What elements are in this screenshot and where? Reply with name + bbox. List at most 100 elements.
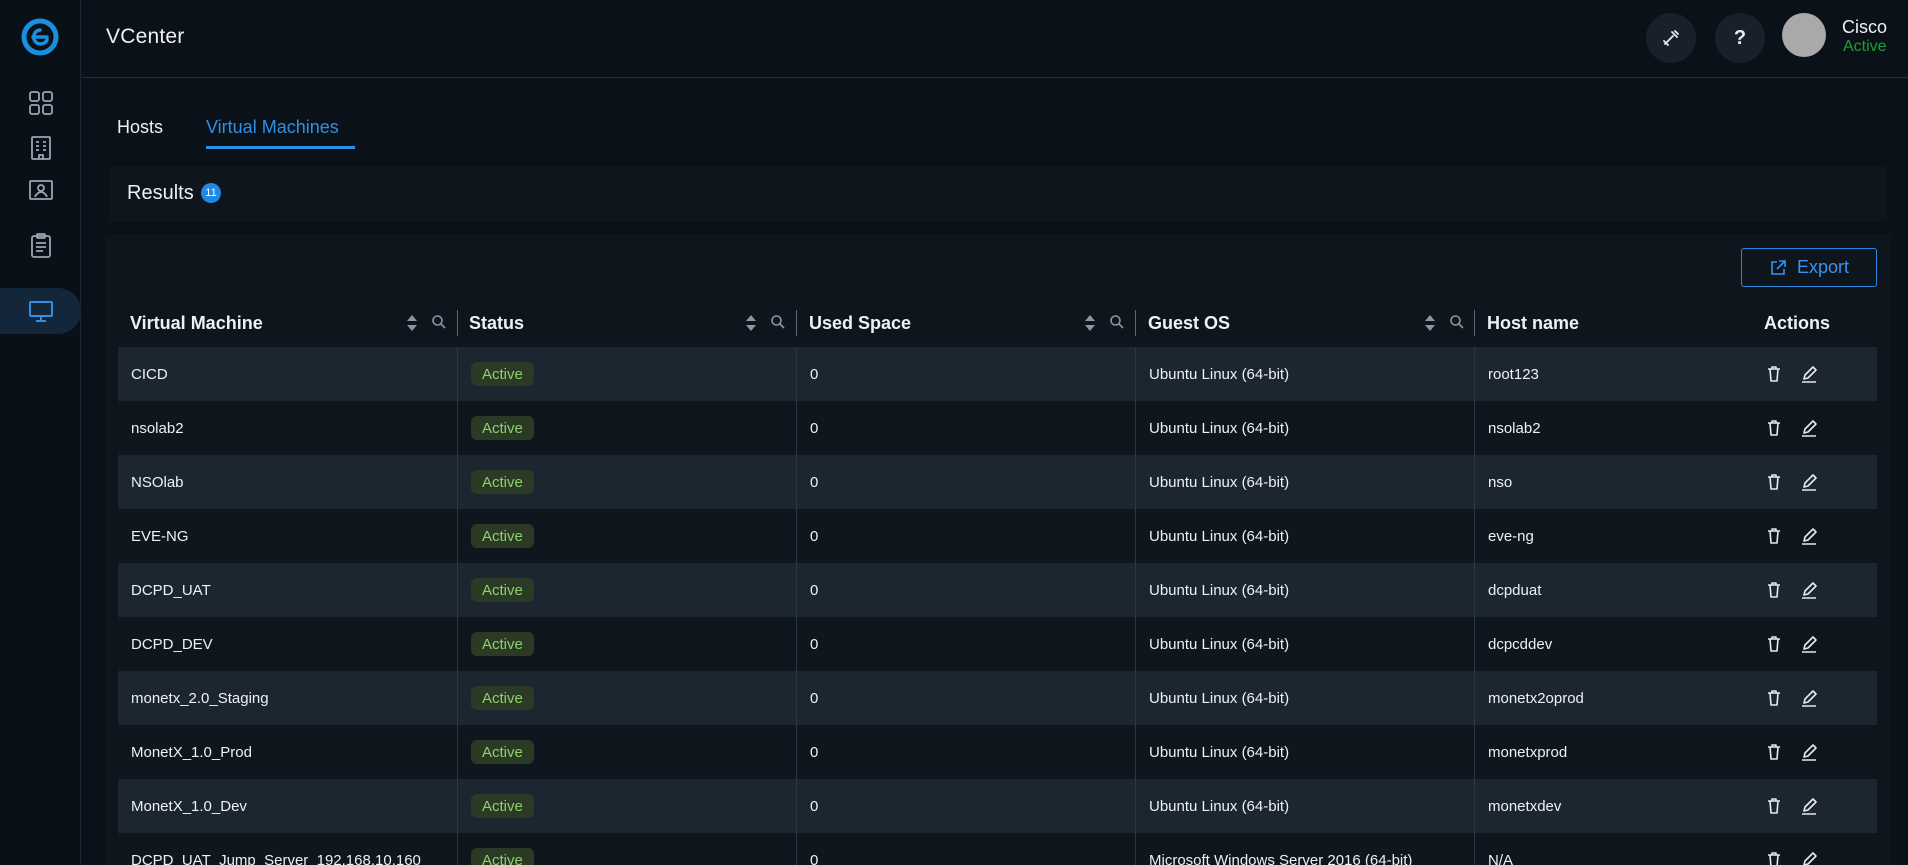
column-divider (457, 455, 458, 509)
edit-icon[interactable] (1800, 850, 1818, 865)
top-header: VCenter (82, 0, 1908, 78)
column-divider (1474, 671, 1475, 725)
delete-icon[interactable] (1765, 634, 1783, 654)
vm-name-cell: nsolab2 (131, 419, 184, 437)
column-divider (457, 347, 458, 401)
column-header-virtual-machine[interactable]: Virtual Machine (130, 300, 263, 347)
status-badge: Active (471, 362, 534, 386)
delete-icon[interactable] (1765, 418, 1783, 438)
search-icon[interactable] (1109, 314, 1125, 330)
host-name-cell: dcpcddev (1488, 635, 1553, 653)
delete-icon[interactable] (1765, 472, 1783, 492)
column-divider[interactable] (457, 310, 458, 336)
column-divider (796, 401, 797, 455)
edit-icon[interactable] (1800, 796, 1818, 816)
search-icon[interactable] (770, 314, 786, 330)
table-row[interactable]: nsolab2 Active 0 Ubuntu Linux (64-bit) nsola… (118, 401, 1877, 455)
export-button[interactable]: Export (1741, 248, 1877, 287)
edit-icon[interactable] (1800, 418, 1818, 438)
table-row[interactable]: MonetX_1.0_Dev Active 0 Ubuntu Linux (64-bi… (118, 779, 1877, 833)
delete-icon[interactable] (1765, 742, 1783, 762)
status-badge: Active (471, 794, 534, 818)
sort-icon[interactable] (1084, 312, 1096, 334)
grid-icon (28, 91, 53, 115)
edit-icon[interactable] (1800, 364, 1818, 384)
column-divider (1135, 455, 1136, 509)
vm-name-cell: monetx_2.0_Staging (131, 689, 269, 707)
search-icon[interactable] (431, 314, 447, 330)
used-space-cell: 0 (810, 689, 819, 707)
status-badge: Active (471, 686, 534, 710)
sort-icon[interactable] (745, 312, 757, 334)
vm-name-cell: NSOlab (131, 473, 184, 491)
user-status: Active (1843, 38, 1887, 55)
guest-os-cell: Ubuntu Linux (64-bit) (1149, 743, 1290, 761)
guest-os-cell: Ubuntu Linux (64-bit) (1149, 473, 1290, 491)
delete-icon[interactable] (1765, 796, 1783, 816)
column-divider (1135, 401, 1136, 455)
edit-icon[interactable] (1800, 472, 1818, 492)
column-header-status[interactable]: Status (469, 300, 524, 347)
table-row[interactable]: monetx_2.0_Staging Active 0 Ubuntu Linux (6… (118, 671, 1877, 725)
column-divider[interactable] (796, 310, 797, 336)
edit-icon[interactable] (1800, 526, 1818, 546)
table-row[interactable]: MonetX_1.0_Prod Active 0 Ubuntu Linux (64-b… (118, 725, 1877, 779)
edit-icon[interactable] (1800, 688, 1818, 708)
status-badge: Active (471, 740, 534, 764)
delete-icon[interactable] (1765, 850, 1783, 865)
delete-icon[interactable] (1765, 526, 1783, 546)
column-divider (457, 401, 458, 455)
delete-icon[interactable] (1765, 580, 1783, 600)
sidebar-item-dashboard[interactable] (0, 80, 81, 126)
edit-icon[interactable] (1800, 742, 1818, 762)
edit-icon[interactable] (1800, 580, 1818, 600)
delete-icon[interactable] (1765, 364, 1783, 384)
column-divider (1135, 509, 1136, 563)
column-divider (1474, 833, 1475, 865)
column-divider (1135, 347, 1136, 401)
table-row[interactable]: NSOlab Active 0 Ubuntu Linux (64-bit) nso (118, 455, 1877, 509)
results-count-badge: 11 (201, 183, 221, 203)
vm-name-cell: DCPD_UAT_Jump_Server_192.168.10.160 (131, 851, 421, 865)
sidebar-item-contacts[interactable] (0, 167, 81, 213)
app-logo-icon[interactable] (21, 18, 59, 56)
table-row[interactable]: EVE-NG Active 0 Ubuntu Linux (64-bit) eve-ng (118, 509, 1877, 563)
delete-icon[interactable] (1765, 688, 1783, 708)
sidebar-item-vcenter[interactable] (0, 288, 81, 334)
sidebar-item-inventory[interactable] (0, 125, 81, 171)
avatar[interactable] (1782, 13, 1826, 57)
column-divider (1135, 617, 1136, 671)
monitor-icon (28, 301, 53, 322)
column-header-used-space[interactable]: Used Space (809, 300, 911, 347)
search-icon[interactable] (1449, 314, 1465, 330)
sidebar-item-reports[interactable] (0, 223, 81, 269)
guest-os-cell: Ubuntu Linux (64-bit) (1149, 581, 1290, 599)
sort-icon[interactable] (406, 312, 418, 334)
sort-icon[interactable] (1424, 312, 1436, 334)
column-divider (457, 617, 458, 671)
column-divider (457, 671, 458, 725)
table-row[interactable]: DCPD_UAT Active 0 Ubuntu Linux (64-bit) dcpd… (118, 563, 1877, 617)
edit-icon[interactable] (1800, 634, 1818, 654)
tab-hosts[interactable]: Hosts (117, 117, 163, 138)
table-row[interactable]: DCPD_DEV Active 0 Ubuntu Linux (64-bit) dcpc… (118, 617, 1877, 671)
table-row[interactable]: DCPD_UAT_Jump_Server_192.168.10.160 Activ… (118, 833, 1877, 865)
status-badge: Active (471, 524, 534, 548)
host-name-cell: eve-ng (1488, 527, 1534, 545)
column-header-host-name[interactable]: Host name (1487, 300, 1579, 347)
column-divider[interactable] (1474, 310, 1475, 336)
used-space-cell: 0 (810, 527, 819, 545)
status-badge: Active (471, 578, 534, 602)
settings-tool-button[interactable] (1646, 13, 1696, 63)
tab-virtual-machines[interactable]: Virtual Machines (206, 117, 339, 138)
column-divider (1474, 563, 1475, 617)
help-button[interactable]: ? (1715, 13, 1765, 63)
column-divider (796, 347, 797, 401)
column-header-guest-os[interactable]: Guest OS (1148, 300, 1230, 347)
column-divider (796, 563, 797, 617)
column-divider (1135, 779, 1136, 833)
table-row[interactable]: CICD Active 0 Ubuntu Linux (64-bit) root123 (118, 347, 1877, 401)
column-divider[interactable] (1135, 310, 1136, 336)
guest-os-cell: Ubuntu Linux (64-bit) (1149, 365, 1290, 383)
host-name-cell: nso (1488, 473, 1513, 491)
